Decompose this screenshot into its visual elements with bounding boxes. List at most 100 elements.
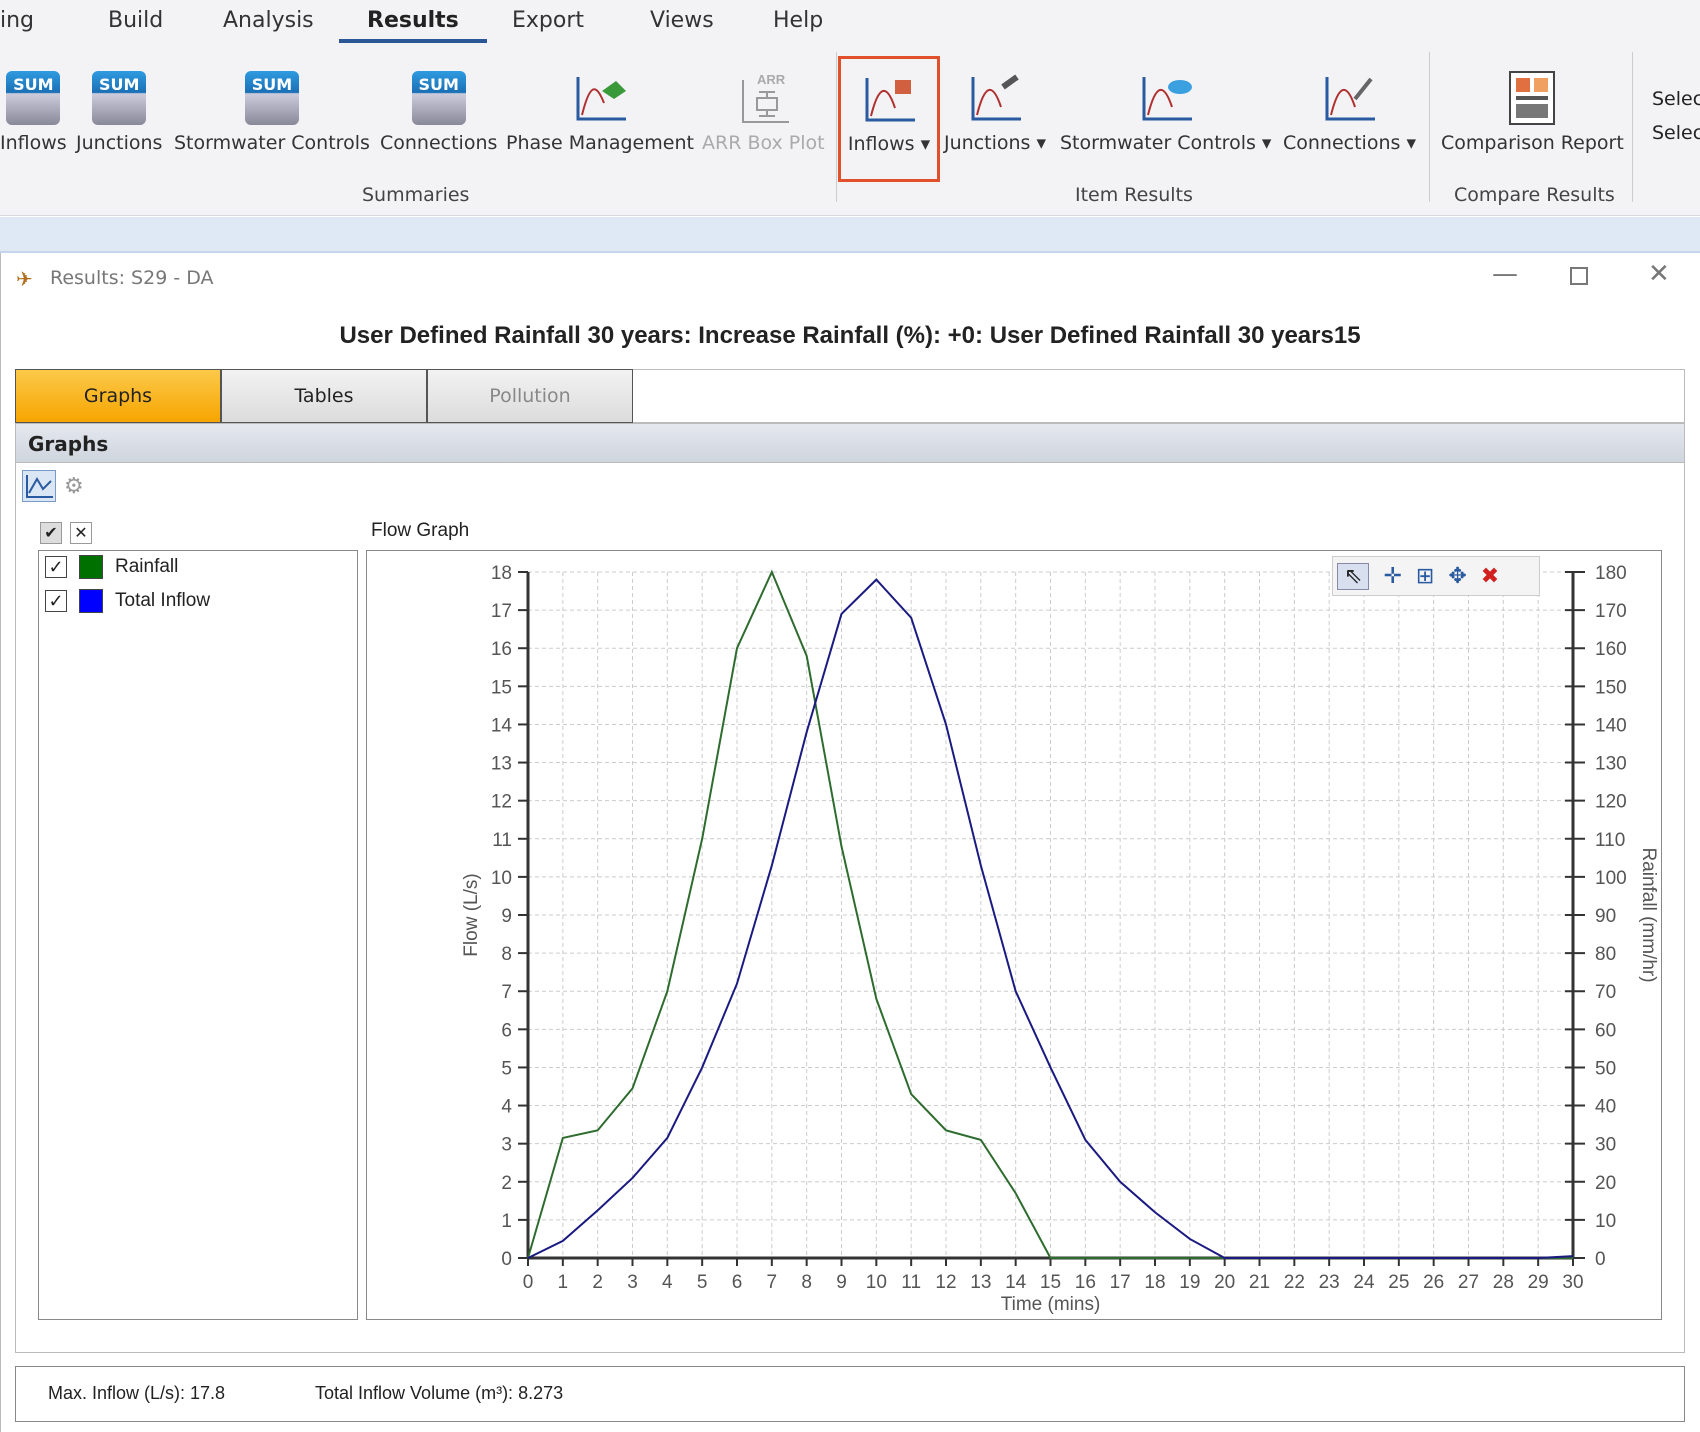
item-connections-dropdown[interactable]: Connections ▾ <box>1283 70 1416 154</box>
menu-help[interactable]: Help <box>773 8 823 33</box>
x-tick-label: 29 <box>1528 1272 1549 1293</box>
y2-tick-label: 20 <box>1595 1173 1616 1194</box>
reset-close-icon[interactable]: ✖ <box>1481 564 1499 589</box>
tab-tables[interactable]: Tables <box>221 369 427 423</box>
group-item-results: Item Results <box>1075 184 1193 206</box>
checkbox[interactable]: ✓ <box>45 590 67 612</box>
sum-inflows-icon: SUM <box>6 71 61 125</box>
minimize-button[interactable]: — <box>1492 259 1518 289</box>
y2-tick-label: 90 <box>1595 906 1616 927</box>
workspace-strip <box>0 217 1700 253</box>
zoom-box-tool-icon[interactable]: ⊞ <box>1416 564 1434 589</box>
x-tick-label: 21 <box>1249 1272 1270 1293</box>
select-button-1[interactable]: Selec <box>1652 88 1700 110</box>
x-tick-label: 7 <box>767 1272 778 1293</box>
menu-bar: ing Build Analysis Results Export Views … <box>0 0 1700 46</box>
divider <box>836 52 837 202</box>
phase-management-button[interactable]: Phase Management <box>506 70 694 154</box>
y2-tick-label: 140 <box>1595 715 1627 736</box>
y-tick-label: 7 <box>501 982 512 1003</box>
label: Connections <box>1283 132 1401 154</box>
menu-analysis[interactable]: Analysis <box>223 8 314 33</box>
y-tick-label: 0 <box>501 1249 512 1270</box>
x-tick-label: 19 <box>1179 1272 1200 1293</box>
y-axis-label: Flow (L/s) <box>461 873 482 956</box>
chart-toolbar: ⇖ ✛ ⊞ ✥ ✖ <box>1332 556 1540 596</box>
y-tick-label: 16 <box>491 639 512 660</box>
menu-results[interactable]: Results <box>339 8 487 43</box>
tab-graphs[interactable]: Graphs <box>15 369 221 423</box>
label: Junctions <box>944 132 1031 154</box>
status-footer: Max. Inflow (L/s): 17.8 Total Inflow Vol… <box>15 1366 1685 1422</box>
app-icon: ✈ <box>16 267 33 291</box>
y-tick-label: 13 <box>491 754 512 775</box>
x-tick-label: 10 <box>866 1272 887 1293</box>
junction-graph-icon <box>967 70 1023 126</box>
menu-item[interactable]: ing <box>0 8 34 33</box>
section-header: Graphs <box>15 423 1685 463</box>
check-icon: ✔ <box>44 523 58 542</box>
x-tick-label: 17 <box>1110 1272 1131 1293</box>
x-tick-label: 26 <box>1423 1272 1444 1293</box>
uncheck-all-button[interactable]: ✕ <box>70 522 92 544</box>
tab-pollution[interactable]: Pollution <box>427 369 633 423</box>
list-item[interactable]: ✓ Total Inflow <box>45 589 210 613</box>
total-inflow-volume: Total Inflow Volume (m³): 8.273 <box>315 1383 564 1403</box>
ribbon: SUM Inflows SUM Junctions SUM Stormwater Co… <box>0 46 1700 216</box>
summary-junctions-button[interactable]: SUM Junctions <box>76 70 162 154</box>
y2-tick-label: 130 <box>1595 754 1627 775</box>
summary-inflows-button[interactable]: SUM Inflows <box>0 70 67 154</box>
label: Total Inflow <box>115 590 211 611</box>
summary-connections-button[interactable]: SUM Connections <box>380 70 497 154</box>
line-graph-view-button[interactable] <box>22 470 56 502</box>
flow-chart[interactable]: 0 1 2 3 4 5 6 7 8 9 10 11 12 13 14 15 16 17 18 19 20 21 22 23 24… <box>367 551 1663 1321</box>
menu-export[interactable]: Export <box>512 8 584 33</box>
sum-connections-icon: SUM <box>411 71 466 125</box>
y2-tick-label: 120 <box>1595 792 1627 813</box>
y2-axis-label: Rainfall (mm/hr) <box>1638 847 1659 982</box>
crosshair-tool-icon[interactable]: ✛ <box>1383 564 1401 589</box>
y-tick-label: 12 <box>491 792 512 813</box>
checkbox[interactable]: ✓ <box>45 556 67 578</box>
x-tick-label: 0 <box>523 1272 534 1293</box>
item-inflows-dropdown[interactable]: Inflows ▾ <box>838 56 940 182</box>
label: Comparison Report <box>1441 132 1624 154</box>
menu-views[interactable]: Views <box>650 8 714 33</box>
x-tick-label: 30 <box>1562 1272 1583 1293</box>
select-button-2[interactable]: Selec <box>1652 122 1700 144</box>
item-stormwater-controls-dropdown[interactable]: Stormwater Controls ▾ <box>1060 70 1271 154</box>
box-plot-icon: ARR <box>735 70 791 126</box>
max-inflow: Max. Inflow (L/s): 17.8 <box>48 1383 226 1403</box>
y2-tick-label: 150 <box>1595 677 1627 698</box>
list-item[interactable]: ✓ Rainfall <box>45 555 178 579</box>
item-junctions-dropdown[interactable]: Junctions ▾ <box>944 70 1046 154</box>
check-all-button[interactable]: ✔ <box>40 522 62 544</box>
y2-tick-label: 70 <box>1595 982 1616 1003</box>
label: Inflows <box>0 132 67 154</box>
x-tick-label: 24 <box>1353 1272 1375 1293</box>
maximize-button[interactable] <box>1570 267 1588 285</box>
y-tick-label: 6 <box>501 1020 512 1041</box>
x-tick-label: 9 <box>836 1272 847 1293</box>
comparison-report-button[interactable]: Comparison Report <box>1441 70 1624 154</box>
x-tick-label: 8 <box>801 1272 812 1293</box>
x-tick-label: 5 <box>697 1272 708 1293</box>
x-tick-label: 27 <box>1458 1272 1479 1293</box>
x-tick-label: 23 <box>1319 1272 1340 1293</box>
pointer-tool-icon[interactable]: ⇖ <box>1337 562 1370 590</box>
color-swatch <box>79 555 103 579</box>
x-tick-label: 1 <box>558 1272 569 1293</box>
y2-tick-label: 10 <box>1595 1211 1616 1232</box>
color-swatch <box>79 589 103 613</box>
settings-view-button[interactable]: ⚙ <box>64 474 84 499</box>
window-titlebar: ✈ Results: S29 - DA — ✕ <box>0 253 1700 303</box>
line-graph-icon <box>26 475 53 498</box>
pan-tool-icon[interactable]: ✥ <box>1448 564 1466 589</box>
label: Junctions <box>76 132 163 154</box>
y2-tick-label: 80 <box>1595 944 1616 965</box>
close-button[interactable]: ✕ <box>1648 259 1670 289</box>
y2-tick-label: 180 <box>1595 563 1627 584</box>
summary-stormwater-controls-button[interactable]: SUM Stormwater Controls <box>174 70 370 154</box>
menu-build[interactable]: Build <box>108 8 163 33</box>
arr-badge: ARR <box>757 72 786 87</box>
